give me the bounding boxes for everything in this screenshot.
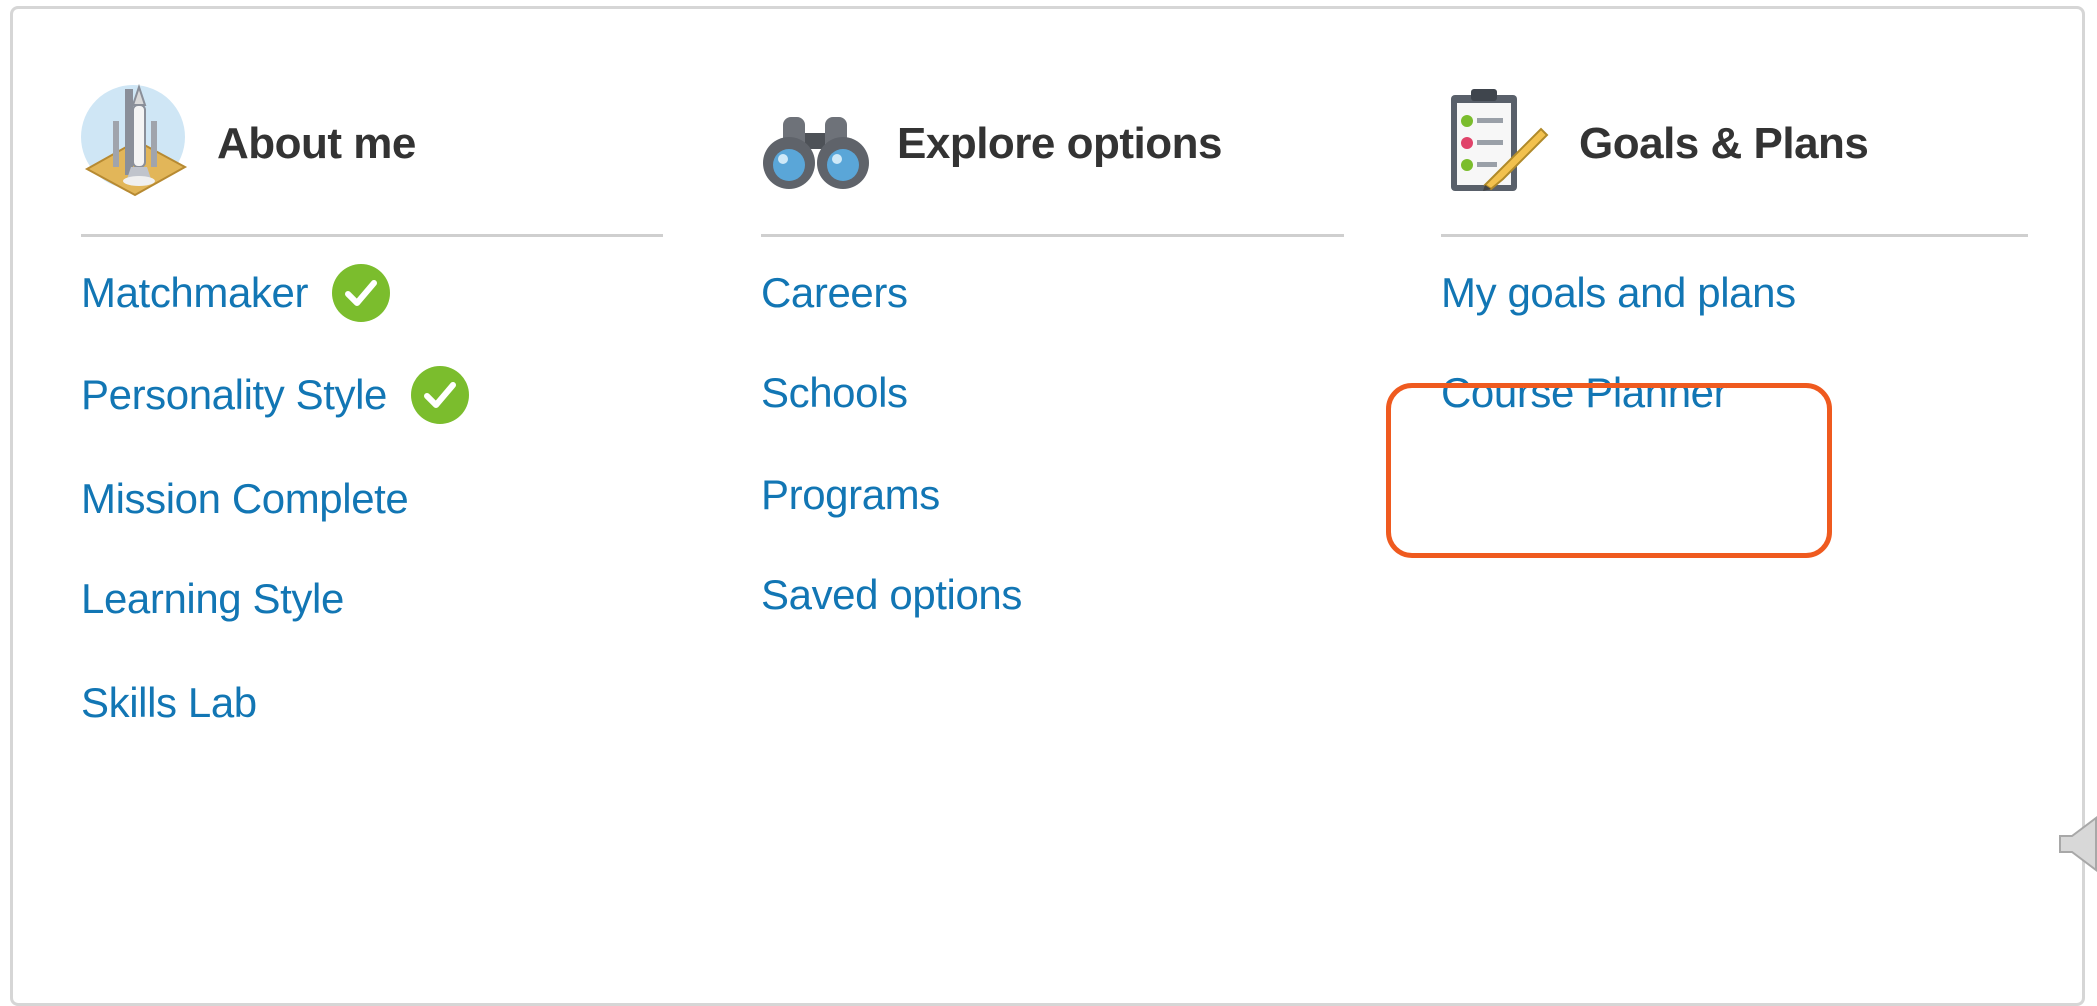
goals-plans-title: Goals & Plans — [1579, 119, 1869, 168]
explore-options-column: Explore options Careers Schools Programs… — [761, 9, 1344, 618]
clipboard-checklist-icon — [1451, 89, 1549, 191]
check-circle-icon — [332, 264, 391, 322]
goals-plans-column: Goals & Plans My goals and plans Course … — [1441, 9, 2028, 416]
about-me-header: About me — [81, 9, 663, 237]
explore-options-title: Explore options — [897, 119, 1222, 168]
explore-options-header: Explore options — [761, 9, 1344, 237]
saved-options-link[interactable]: Saved options — [761, 565, 1022, 625]
about-me-title: About me — [217, 119, 416, 168]
speaker-icon[interactable] — [2058, 816, 2097, 872]
skills-lab-link[interactable]: Skills Lab — [81, 673, 257, 733]
personality-style-link[interactable]: Personality Style — [81, 365, 470, 425]
careers-link[interactable]: Careers — [761, 263, 908, 323]
goals-plans-header: Goals & Plans — [1441, 9, 2028, 237]
course-planner-link[interactable]: Course Planner — [1441, 363, 1728, 423]
binoculars-icon — [763, 117, 869, 189]
rocket-launch-icon — [81, 83, 188, 197]
check-circle-icon — [411, 366, 470, 424]
matchmaker-link[interactable]: Matchmaker — [81, 263, 391, 323]
personality-style-label[interactable]: Personality Style — [81, 371, 387, 419]
navigation-menu-panel: About me Matchmaker Personality Style Mi… — [10, 6, 2085, 1006]
my-goals-and-plans-link[interactable]: My goals and plans — [1441, 263, 1796, 323]
mission-complete-link[interactable]: Mission Complete — [81, 469, 409, 529]
about-me-column: About me Matchmaker Personality Style Mi… — [81, 9, 663, 726]
programs-link[interactable]: Programs — [761, 465, 940, 525]
schools-link[interactable]: Schools — [761, 363, 908, 423]
learning-style-link[interactable]: Learning Style — [81, 569, 344, 629]
matchmaker-label[interactable]: Matchmaker — [81, 269, 308, 317]
